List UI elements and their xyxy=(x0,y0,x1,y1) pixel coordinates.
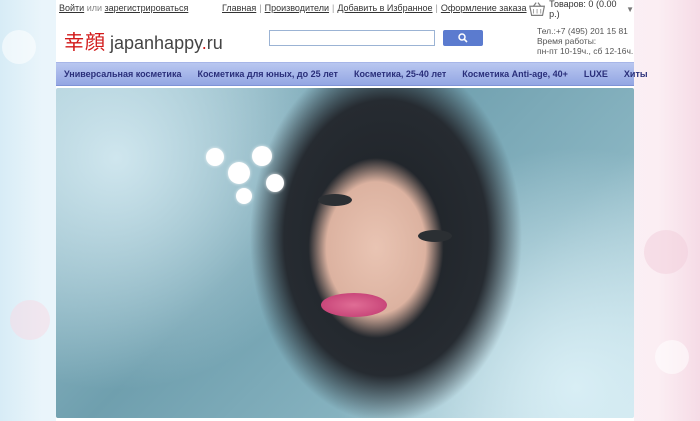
register-link[interactable]: зарегистрироваться xyxy=(105,3,189,13)
login-link[interactable]: Войти xyxy=(59,3,84,13)
contact-hours-title: Время работы: xyxy=(537,36,597,46)
logo-name: japanhappy xyxy=(110,33,202,53)
hero-flower xyxy=(228,162,250,184)
contact-hours: пн-пт 10-19ч., сб 12-16ч. xyxy=(537,46,634,56)
background-blossom xyxy=(2,30,36,64)
logo-wordmark: japanhappy.ru xyxy=(110,33,223,54)
hero-eye xyxy=(318,194,352,206)
top-nav: Главная | Производители | Добавить в Избранн… xyxy=(219,3,530,13)
cart-widget[interactable]: Товаров: 0 (0.00 р.) ▼ xyxy=(528,0,634,19)
hero-flower xyxy=(252,146,272,166)
nav-checkout-link[interactable]: Оформление заказа xyxy=(441,3,527,13)
auth-links: Войти или зарегистрироваться xyxy=(59,3,188,13)
logo-kanji: 幸顔 xyxy=(64,30,106,54)
background-blossom xyxy=(10,300,50,340)
hero-flower xyxy=(266,174,284,192)
site-header: 幸顔 japanhappy.ru 米 Тел.:+7 (495) 201 15 … xyxy=(56,18,634,60)
logo-tld: ru xyxy=(206,33,223,53)
nav-separator: | xyxy=(435,3,438,13)
nav-home-link[interactable]: Главная xyxy=(222,3,256,13)
nav-favorites-link[interactable]: Добавить в Избранное xyxy=(337,3,432,13)
nav-separator: | xyxy=(259,3,262,13)
page-container: Войти или зарегистрироваться Главная | Про… xyxy=(56,0,648,421)
background-blossom xyxy=(655,340,689,374)
auth-or-text: или xyxy=(86,3,103,13)
nav-brands-link[interactable]: Производители xyxy=(265,3,329,13)
menu-item-hits[interactable]: Хиты xyxy=(616,69,656,79)
search-icon xyxy=(458,33,468,43)
contact-info: Тел.:+7 (495) 201 15 81 Время работы: пн… xyxy=(537,26,633,56)
hero-flower xyxy=(236,188,252,204)
search-input[interactable] xyxy=(269,30,435,46)
search-bar xyxy=(269,30,483,46)
category-menu: Универсальная косметика Косметика для юн… xyxy=(56,62,648,86)
menu-item-universal[interactable]: Универсальная косметика xyxy=(56,69,189,79)
search-button[interactable] xyxy=(443,30,483,46)
hero-lips xyxy=(321,293,387,317)
top-bar: Войти или зарегистрироваться Главная | Про… xyxy=(56,0,634,19)
hero-eye xyxy=(418,230,452,242)
menu-item-young[interactable]: Косметика для юных, до 25 лет xyxy=(189,69,345,79)
cart-summary: Товаров: 0 (0.00 р.) xyxy=(549,0,617,19)
nav-separator: | xyxy=(332,3,335,13)
menu-item-anti-age[interactable]: Косметика Anti-age, 40+ xyxy=(454,69,576,79)
background-blossom xyxy=(644,230,688,274)
chevron-down-icon[interactable]: ▼ xyxy=(626,5,634,14)
site-logo[interactable]: 幸顔 japanhappy.ru xyxy=(64,26,223,55)
contact-phone: Тел.:+7 (495) 201 15 81 xyxy=(537,26,628,36)
hero-banner-image[interactable] xyxy=(56,88,634,418)
menu-item-luxe[interactable]: LUXE xyxy=(576,69,616,79)
basket-icon xyxy=(529,2,546,16)
menu-item-25-40[interactable]: Косметика, 25-40 лет xyxy=(346,69,454,79)
hero-flower xyxy=(206,148,224,166)
